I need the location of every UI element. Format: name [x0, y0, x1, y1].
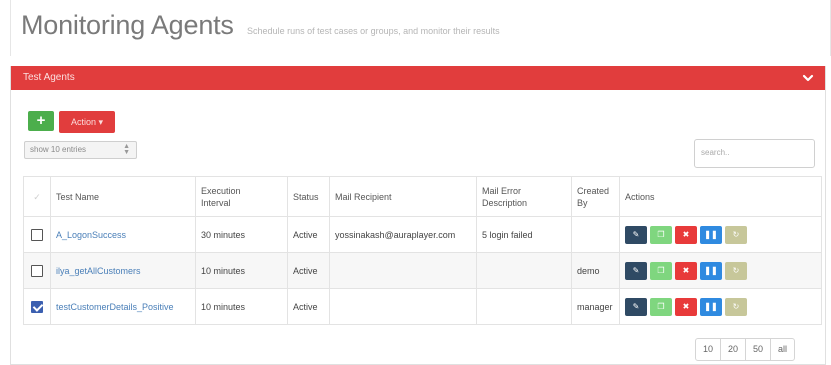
- select-arrows-icon: ▲ ▼: [123, 143, 130, 156]
- page-size-10[interactable]: 10: [695, 338, 722, 361]
- test-name-cell: testCustomerDetails_Positive: [50, 288, 196, 325]
- page-subtitle: Schedule runs of test cases or groups, a…: [247, 26, 500, 36]
- col-created-label-2: By: [577, 197, 588, 208]
- pause-icon[interactable]: ❚❚: [700, 225, 722, 244]
- delete-icon[interactable]: ✖: [675, 261, 697, 280]
- pagination: 10 20 50 all: [695, 338, 796, 361]
- panel-title: Test Agents: [23, 72, 75, 83]
- error-cell: 5 login failed: [476, 216, 572, 253]
- copy-icon[interactable]: ❐: [650, 225, 672, 244]
- test-name-link[interactable]: ilya_getAllCustomers: [56, 266, 141, 276]
- entries-per-page-select[interactable]: show 10 entries ▲ ▼: [24, 141, 137, 159]
- select-all-header[interactable]: ✓: [23, 176, 51, 217]
- chevron-down-icon[interactable]: [801, 71, 815, 85]
- copy-icon[interactable]: ❐: [650, 261, 672, 280]
- col-status-label: Status: [293, 191, 319, 202]
- error-cell: [476, 252, 572, 289]
- row-select-cell[interactable]: [23, 252, 51, 289]
- delete-icon[interactable]: ✖: [675, 297, 697, 316]
- created-by-cell: [571, 216, 620, 253]
- interval-cell: 10 minutes: [195, 252, 288, 289]
- row-select-cell[interactable]: [23, 216, 51, 253]
- entries-select-value: show 10 entries: [30, 145, 87, 154]
- col-mail-recipient[interactable]: Mail Recipient: [329, 176, 477, 217]
- col-mail-error[interactable]: Mail Error Description: [476, 176, 572, 217]
- col-error-label-2: Description: [482, 197, 528, 208]
- sort-check-icon: ✓: [33, 191, 41, 202]
- col-actions-label: Actions: [625, 191, 655, 202]
- actions-cell: ✎ ❐ ✖ ❚❚ ↻: [619, 288, 822, 325]
- col-mail-label: Mail Recipient: [335, 191, 392, 202]
- test-name-link[interactable]: testCustomerDetails_Positive: [56, 302, 174, 312]
- table-row: ilya_getAllCustomers 10 minutes Active d…: [23, 252, 822, 289]
- test-agents-panel: Test Agents + Action ▾ show 10 entries ▲…: [10, 66, 826, 365]
- copy-icon[interactable]: ❐: [650, 297, 672, 316]
- edit-icon[interactable]: ✎: [625, 261, 647, 280]
- col-execution-interval[interactable]: Execution Interval: [195, 176, 288, 217]
- table-row: A_LogonSuccess 30 minutes Active yossina…: [23, 216, 822, 253]
- col-interval-label-1: Execution: [201, 185, 241, 196]
- pause-icon[interactable]: ❚❚: [700, 297, 722, 316]
- page-size-20[interactable]: 20: [720, 338, 747, 361]
- col-created-label-1: Created: [577, 185, 610, 196]
- status-cell: Active: [287, 216, 330, 253]
- pause-icon[interactable]: ❚❚: [700, 261, 722, 280]
- row-checkbox[interactable]: [31, 228, 43, 241]
- page-header: Monitoring Agents Schedule runs of test …: [10, 0, 831, 56]
- plus-icon: +: [36, 112, 46, 129]
- refresh-icon[interactable]: ↻: [725, 297, 747, 316]
- delete-icon[interactable]: ✖: [675, 225, 697, 244]
- test-name-link[interactable]: A_LogonSuccess: [56, 230, 126, 240]
- mail-cell: [329, 252, 477, 289]
- row-checkbox[interactable]: [31, 264, 43, 277]
- col-interval-label-2: Interval: [201, 197, 231, 208]
- table-header-row: ✓ Test Name Execution Interval Status Mai…: [23, 176, 822, 217]
- status-cell: Active: [287, 288, 330, 325]
- actions-cell: ✎ ❐ ✖ ❚❚ ↻: [619, 216, 822, 253]
- interval-cell: 30 minutes: [195, 216, 288, 253]
- page-title: Monitoring Agents Schedule runs of test …: [21, 10, 500, 41]
- agents-table: ✓ Test Name Execution Interval Status Mai…: [23, 176, 822, 325]
- refresh-icon[interactable]: ↻: [725, 261, 747, 280]
- page-size-50[interactable]: 50: [745, 338, 772, 361]
- mail-cell: [329, 288, 477, 325]
- col-actions: Actions: [619, 176, 822, 217]
- test-name-cell: ilya_getAllCustomers: [50, 252, 196, 289]
- error-cell: [476, 288, 572, 325]
- row-checkbox-checked[interactable]: [31, 300, 43, 313]
- action-dropdown-button[interactable]: Action ▾: [59, 111, 115, 133]
- mail-cell: yossinakash@auraplayer.com: [329, 216, 477, 253]
- search-input[interactable]: search..: [694, 139, 815, 168]
- actions-cell: ✎ ❐ ✖ ❚❚ ↻: [619, 252, 822, 289]
- panel-heading[interactable]: Test Agents: [11, 66, 825, 90]
- refresh-icon[interactable]: ↻: [725, 225, 747, 244]
- edit-icon[interactable]: ✎: [625, 225, 647, 244]
- interval-cell: 10 minutes: [195, 288, 288, 325]
- row-select-cell[interactable]: [23, 288, 51, 325]
- col-error-label-1: Mail Error: [482, 185, 522, 196]
- edit-icon[interactable]: ✎: [625, 297, 647, 316]
- created-by-cell: manager: [571, 288, 620, 325]
- page-title-text: Monitoring Agents: [21, 10, 234, 40]
- page-size-all[interactable]: all: [770, 338, 796, 361]
- col-test-name[interactable]: Test Name: [50, 176, 196, 217]
- col-status[interactable]: Status: [287, 176, 330, 217]
- created-by-cell: demo: [571, 252, 620, 289]
- table-row: testCustomerDetails_Positive 10 minutes …: [23, 288, 822, 325]
- test-name-cell: A_LogonSuccess: [50, 216, 196, 253]
- add-agent-button[interactable]: +: [28, 111, 54, 131]
- col-created-by[interactable]: Created By: [571, 176, 620, 217]
- col-test-name-label: Test Name: [56, 191, 100, 202]
- search-placeholder: search..: [701, 148, 730, 157]
- status-cell: Active: [287, 252, 330, 289]
